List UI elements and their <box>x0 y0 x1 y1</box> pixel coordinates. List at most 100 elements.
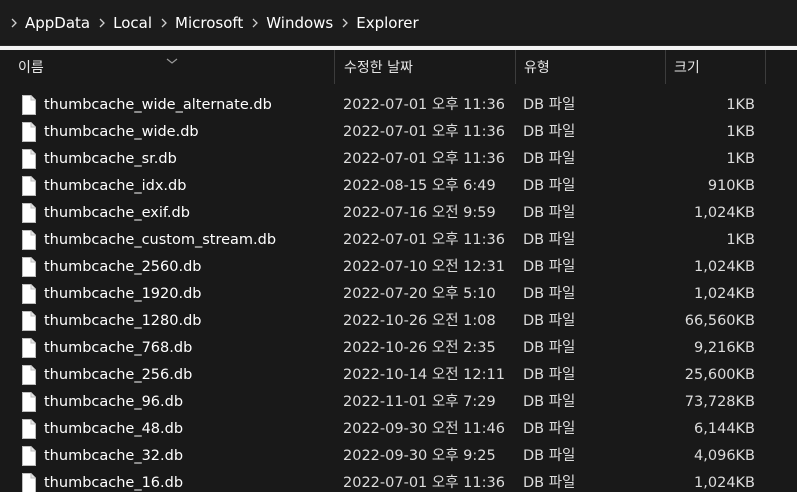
file-icon <box>22 311 36 331</box>
file-type: DB 파일 <box>523 367 576 383</box>
breadcrumb-item-appdata[interactable]: AppData <box>23 14 92 32</box>
column-divider[interactable] <box>515 50 516 84</box>
file-name: thumbcache_custom_stream.db <box>44 232 277 248</box>
file-name: thumbcache_wide_alternate.db <box>44 97 272 113</box>
file-row[interactable]: thumbcache_custom_stream.db 2022-07-01 오… <box>0 227 797 254</box>
file-row[interactable]: thumbcache_48.db 2022-09-30 오전 11:46 DB … <box>0 416 797 443</box>
file-type: DB 파일 <box>523 259 576 275</box>
file-date: 2022-07-16 오전 9:59 <box>343 205 496 221</box>
file-row[interactable]: thumbcache_2560.db 2022-07-10 오전 12:31 D… <box>0 254 797 281</box>
file-icon <box>22 230 36 250</box>
file-size: 1KB <box>726 97 755 113</box>
file-row[interactable]: thumbcache_96.db 2022-11-01 오후 7:29 DB 파… <box>0 389 797 416</box>
breadcrumb-item-microsoft[interactable]: Microsoft <box>173 14 245 32</box>
file-date: 2022-07-01 오후 11:36 <box>343 475 505 491</box>
breadcrumb-item-explorer[interactable]: Explorer <box>354 14 420 32</box>
file-size: 1KB <box>726 151 755 167</box>
file-date: 2022-07-20 오후 5:10 <box>343 286 496 302</box>
file-row[interactable]: thumbcache_1280.db 2022-10-26 오전 1:08 DB… <box>0 308 797 335</box>
file-type: DB 파일 <box>523 124 576 140</box>
file-name: thumbcache_sr.db <box>44 151 177 167</box>
file-row[interactable]: thumbcache_1920.db 2022-07-20 오후 5:10 DB… <box>0 281 797 308</box>
file-size: 910KB <box>707 178 755 194</box>
file-type: DB 파일 <box>523 421 576 437</box>
breadcrumb-item-windows[interactable]: Windows <box>264 14 335 32</box>
file-type: DB 파일 <box>523 205 576 221</box>
file-icon <box>22 122 36 142</box>
column-header-size[interactable]: 크기 <box>674 50 764 84</box>
file-icon <box>22 473 36 492</box>
file-icon <box>22 257 36 277</box>
file-icon <box>22 203 36 223</box>
file-size: 73,728KB <box>684 394 755 410</box>
file-size: 1,024KB <box>694 205 755 221</box>
file-icon <box>22 95 36 115</box>
file-name: thumbcache_wide.db <box>44 124 199 140</box>
file-size: 66,560KB <box>684 313 755 329</box>
file-date: 2022-07-01 오후 11:36 <box>343 151 505 167</box>
column-divider[interactable] <box>765 50 766 84</box>
chevron-right-icon[interactable] <box>335 12 354 34</box>
file-icon <box>22 392 36 412</box>
file-date: 2022-07-01 오후 11:36 <box>343 97 505 113</box>
file-date: 2022-11-01 오후 7:29 <box>343 394 496 410</box>
file-row[interactable]: thumbcache_wide_alternate.db 2022-07-01 … <box>0 92 797 119</box>
file-type: DB 파일 <box>523 286 576 302</box>
file-row[interactable]: thumbcache_32.db 2022-09-30 오후 9:25 DB 파… <box>0 443 797 470</box>
file-date: 2022-10-14 오전 12:11 <box>343 367 505 383</box>
file-date: 2022-09-30 오전 11:46 <box>343 421 505 437</box>
file-size: 1KB <box>726 232 755 248</box>
file-row[interactable]: thumbcache_idx.db 2022-08-15 오후 6:49 DB … <box>0 173 797 200</box>
file-icon <box>22 419 36 439</box>
file-name: thumbcache_32.db <box>44 448 184 464</box>
file-date: 2022-07-01 오후 11:36 <box>343 124 505 140</box>
breadcrumb-item-local[interactable]: Local <box>111 14 154 32</box>
chevron-right-icon[interactable] <box>92 12 111 34</box>
file-name: thumbcache_1280.db <box>44 313 202 329</box>
file-size: 1,024KB <box>694 259 755 275</box>
file-name: thumbcache_96.db <box>44 394 184 410</box>
file-row[interactable]: thumbcache_exif.db 2022-07-16 오전 9:59 DB… <box>0 200 797 227</box>
file-icon <box>22 284 36 304</box>
address-bar[interactable]: AppData Local Microsoft Windows Explorer <box>0 0 797 46</box>
file-date: 2022-10-26 오전 1:08 <box>343 313 496 329</box>
file-row[interactable]: thumbcache_wide.db 2022-07-01 오후 11:36 D… <box>0 119 797 146</box>
file-date: 2022-07-10 오전 12:31 <box>343 259 505 275</box>
column-divider[interactable] <box>334 50 335 84</box>
file-row[interactable]: thumbcache_768.db 2022-10-26 오전 2:35 DB … <box>0 335 797 362</box>
file-type: DB 파일 <box>523 178 576 194</box>
file-size: 1KB <box>726 124 755 140</box>
file-type: DB 파일 <box>523 340 576 356</box>
file-name: thumbcache_exif.db <box>44 205 190 221</box>
file-type: DB 파일 <box>523 448 576 464</box>
file-size: 9,216KB <box>694 340 755 356</box>
file-size: 1,024KB <box>694 475 755 491</box>
file-type: DB 파일 <box>523 97 576 113</box>
file-icon <box>22 446 36 466</box>
file-icon <box>22 338 36 358</box>
file-type: DB 파일 <box>523 394 576 410</box>
file-size: 25,600KB <box>684 367 755 383</box>
file-name: thumbcache_1920.db <box>44 286 202 302</box>
file-row[interactable]: thumbcache_16.db 2022-07-01 오후 11:36 DB … <box>0 470 797 492</box>
column-header-date[interactable]: 수정한 날짜 <box>344 50 514 84</box>
file-row[interactable]: thumbcache_256.db 2022-10-14 오전 12:11 DB… <box>0 362 797 389</box>
file-date: 2022-08-15 오후 6:49 <box>343 178 496 194</box>
chevron-right-icon[interactable] <box>154 12 173 34</box>
column-headers: 이름 수정한 날짜 유형 크기 <box>0 50 797 84</box>
file-row[interactable]: thumbcache_sr.db 2022-07-01 오후 11:36 DB … <box>0 146 797 173</box>
column-header-name[interactable]: 이름 <box>18 50 334 84</box>
file-type: DB 파일 <box>523 313 576 329</box>
file-name: thumbcache_2560.db <box>44 259 202 275</box>
chevron-right-icon[interactable] <box>245 12 264 34</box>
file-date: 2022-09-30 오후 9:25 <box>343 448 496 464</box>
file-size: 1,024KB <box>694 286 755 302</box>
chevron-right-icon[interactable] <box>4 12 23 34</box>
file-type: DB 파일 <box>523 232 576 248</box>
column-header-type[interactable]: 유형 <box>524 50 664 84</box>
column-divider[interactable] <box>665 50 666 84</box>
file-type: DB 파일 <box>523 475 576 491</box>
file-date: 2022-10-26 오전 2:35 <box>343 340 496 356</box>
file-icon <box>22 176 36 196</box>
file-icon <box>22 365 36 385</box>
